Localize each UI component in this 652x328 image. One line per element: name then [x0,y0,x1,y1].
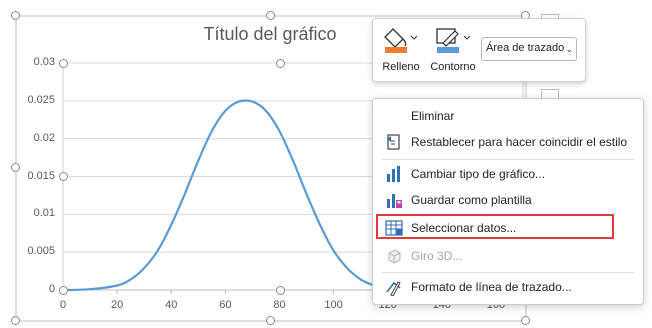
y-tick-label: 0.01 [33,207,55,220]
x-tick-label: 100 [324,299,343,311]
fill-label: Relleno [382,61,420,73]
y-tick-label: 0.025 [27,93,55,106]
menu-item-delete[interactable]: Eliminar [373,103,643,129]
save-template-icon [387,194,402,208]
chart-element-dropdown-value: Área de trazado [486,42,565,54]
resize-handle[interactable] [11,11,20,20]
menu-item-reset-style[interactable]: Restablecer para hacer coincidir el esti… [373,129,643,155]
y-tick-label: 0.03 [33,56,55,68]
chart-element-dropdown[interactable]: Área de trazado ⌄ [481,37,577,61]
menu-item-label: Formato de línea de trazado... [411,280,572,294]
reset-style-icon [387,134,400,150]
x-tick-label: 0 [59,299,67,311]
menu-item-format-line[interactable]: Formato de línea de trazado... [373,274,643,300]
resize-handle[interactable] [11,316,20,325]
excel-chart-area[interactable]: Título del gráfico 0 0.005 0.01 0.015 0.02 0.… [0,0,652,328]
outline-button[interactable]: Contorno [427,23,479,77]
menu-item-3d-rotation: Giro 3D... [373,243,643,269]
menu-item-save-template[interactable]: Guardar como plantilla [373,187,643,213]
x-tick-label: 40 [165,299,178,311]
menu-item-label: Restablecer para hacer coincidir el esti… [411,135,628,149]
change-chart-type-icon [387,166,400,182]
outline-label: Contorno [430,61,476,73]
resize-handle[interactable] [266,316,275,325]
menu-separator [381,272,635,273]
chart-title[interactable]: Título del gráfico [150,24,390,45]
rotation-3d-icon [388,249,401,264]
chevron-down-icon: ⌄ [565,44,573,54]
plot-area-handle[interactable] [59,286,68,295]
resize-handle[interactable] [521,316,530,325]
menu-item-label: Guardar como plantilla [411,193,532,207]
fill-color-swatch [385,47,407,53]
plot-area-handle[interactable] [276,59,285,68]
menu-separator [381,159,635,160]
resize-handle[interactable] [266,11,275,20]
x-tick-label: 20 [110,299,124,311]
menu-item-label: Eliminar [411,109,455,123]
plot-area-handle[interactable] [59,172,68,181]
format-mini-toolbar: Relleno Contorno Área de trazado ⌄ [372,18,586,82]
fill-button[interactable]: Relleno [379,23,423,77]
paint-bucket-icon [384,28,418,53]
context-menu: Eliminar Restablecer para hacer coincidi… [372,98,644,305]
plot-area-handle[interactable] [276,286,285,295]
highlight-box [376,214,614,239]
resize-handle[interactable] [11,163,20,172]
plot-area-handle[interactable] [59,59,68,68]
outline-color-swatch [437,47,459,53]
y-tick-label: 0.02 [33,131,55,144]
format-line-icon [386,281,401,296]
y-tick-label: 0.015 [27,169,55,182]
menu-item-change-chart-type[interactable]: Cambiar tipo de gráfico... [373,161,643,187]
x-tick-label: 80 [273,299,286,311]
pen-outline-icon [436,28,471,53]
x-tick-label: 60 [219,299,232,311]
menu-item-label: Giro 3D... [411,249,463,263]
y-tick-label: 0.005 [27,245,55,258]
menu-item-label: Cambiar tipo de gráfico... [411,167,546,181]
y-tick-label: 0 [48,283,55,295]
